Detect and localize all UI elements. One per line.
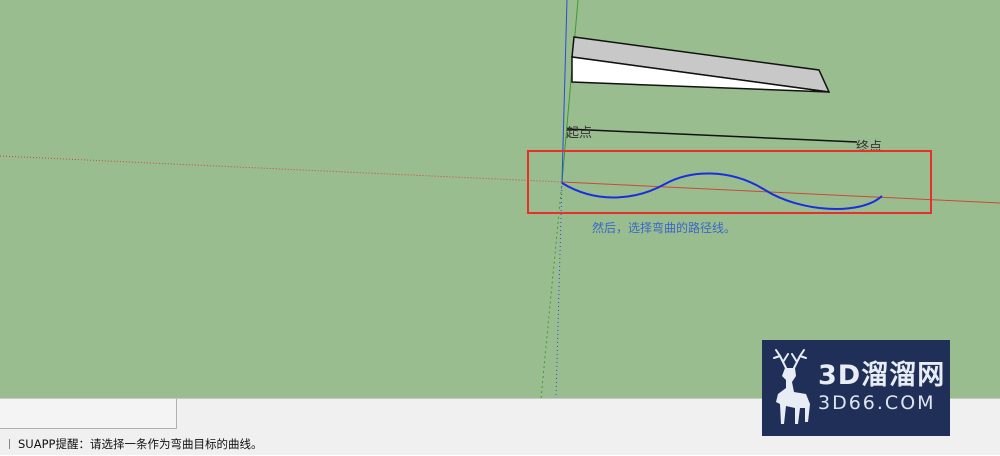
watermark-brand: 3D溜溜网 (818, 360, 946, 391)
3d-viewport[interactable]: 起点 终点 然后，选择弯曲的路径线。 (0, 0, 1000, 398)
start-point-label: 起点 (566, 126, 593, 141)
instruction-annotation: 然后，选择弯曲的路径线。 (592, 221, 737, 235)
red-axis-dotted (0, 155, 563, 183)
status-message: SUAPP提醒：请选择一条作为弯曲目标的曲线。 (18, 437, 263, 451)
toolbar-panel[interactable] (0, 399, 177, 429)
watermark-url: 3D66.COM (818, 392, 936, 414)
deer-icon (773, 349, 810, 424)
highlight-box (527, 150, 932, 214)
reference-line[interactable] (566, 128, 858, 143)
watermark-text: 3D溜溜网 3D66.COM (818, 361, 945, 415)
blue-axis-dotted (555, 181, 563, 398)
status-grip (9, 439, 10, 449)
watermark-logo: 3D溜溜网 3D66.COM (762, 340, 950, 436)
